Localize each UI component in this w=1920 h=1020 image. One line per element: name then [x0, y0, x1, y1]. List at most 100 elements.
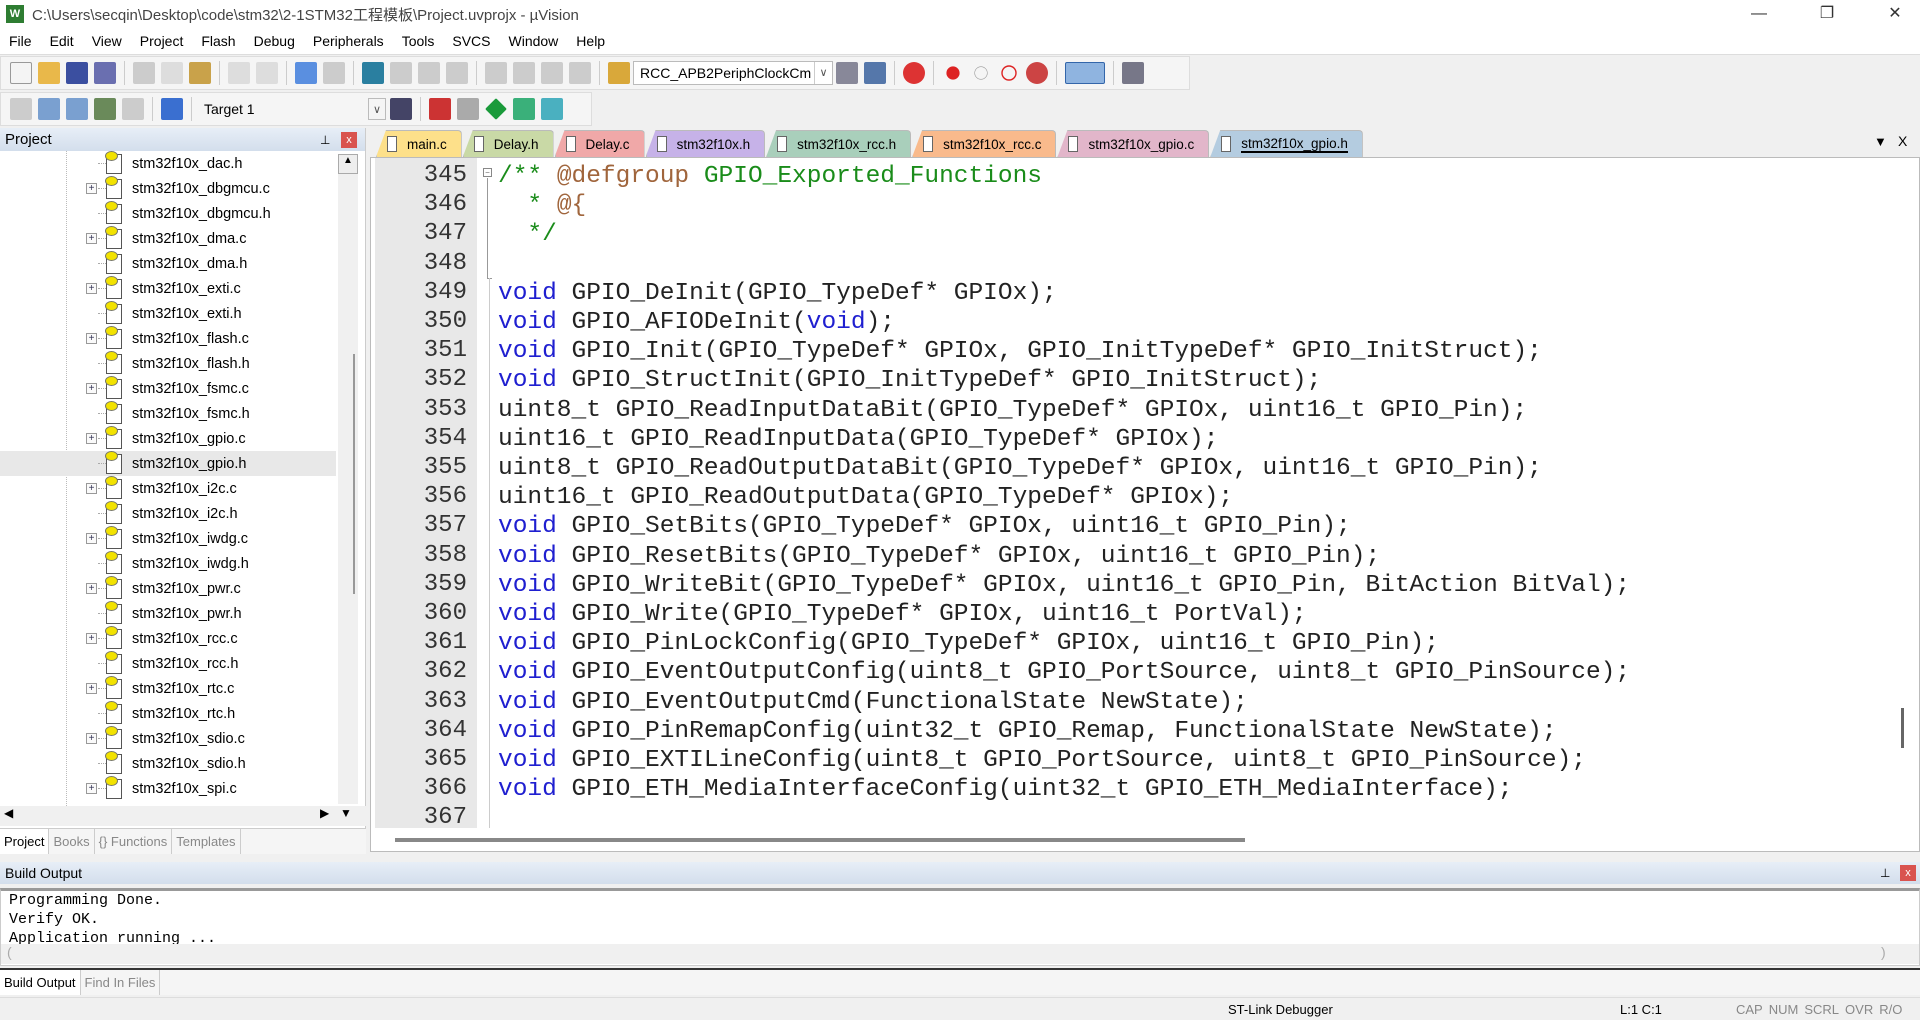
- scroll-left-icon[interactable]: ◀: [4, 806, 13, 820]
- expand-plus-icon[interactable]: +: [86, 183, 97, 194]
- scroll-right-icon[interactable]: ): [1881, 944, 1886, 960]
- navigate-forward-icon[interactable]: [323, 62, 345, 84]
- paste-icon[interactable]: [189, 62, 211, 84]
- menu-debug[interactable]: Debug: [245, 33, 304, 49]
- tree-item[interactable]: + stm32f10x_dbgmcu.c: [0, 176, 336, 201]
- find-icon[interactable]: [836, 62, 858, 84]
- editor-tab[interactable]: stm32f10x_gpio.c: [1057, 130, 1210, 157]
- prev-bookmark-icon[interactable]: [390, 62, 412, 84]
- editor-tab[interactable]: stm32f10x_gpio.h: [1210, 130, 1363, 157]
- project-horizontal-scrollbar[interactable]: ◀ ▶ ▼: [0, 806, 366, 826]
- expand-plus-icon[interactable]: +: [86, 783, 97, 794]
- menu-file[interactable]: File: [0, 33, 41, 49]
- tree-item[interactable]: stm32f10x_dbgmcu.h: [0, 201, 336, 226]
- tree-item[interactable]: + stm32f10x_rtc.c: [0, 676, 336, 701]
- output-horizontal-scrollbar[interactable]: ( ): [1, 944, 1919, 964]
- tree-item[interactable]: stm32f10x_rtc.h: [0, 701, 336, 726]
- editor-tab[interactable]: stm32f10x_rcc.c: [912, 130, 1057, 157]
- scroll-down-icon[interactable]: ▼: [340, 806, 352, 820]
- redo-icon[interactable]: [256, 62, 278, 84]
- comment-icon[interactable]: [541, 62, 563, 84]
- incremental-find-icon[interactable]: [864, 62, 886, 84]
- editor-horizontal-scrollbar[interactable]: [395, 838, 1245, 842]
- next-bookmark-icon[interactable]: [418, 62, 440, 84]
- build-icon[interactable]: [38, 98, 60, 120]
- copy-icon[interactable]: [161, 62, 183, 84]
- tree-item[interactable]: + stm32f10x_flash.c: [0, 326, 336, 351]
- tree-item[interactable]: stm32f10x_iwdg.h: [0, 551, 336, 576]
- chevron-down-icon[interactable]: ∨: [368, 98, 386, 120]
- software-components-icon[interactable]: [541, 98, 563, 120]
- tree-item[interactable]: + stm32f10x_dma.c: [0, 226, 336, 251]
- tree-item[interactable]: + stm32f10x_i2c.c: [0, 476, 336, 501]
- expand-plus-icon[interactable]: +: [86, 483, 97, 494]
- menu-svcs[interactable]: SVCS: [443, 33, 499, 49]
- manage-project-items-icon[interactable]: [429, 98, 451, 120]
- close-tab-icon[interactable]: X: [1898, 133, 1907, 149]
- tree-item[interactable]: + stm32f10x_exti.c: [0, 276, 336, 301]
- bookmark-icon[interactable]: [362, 62, 384, 84]
- pin-icon[interactable]: ⊥: [1880, 866, 1890, 880]
- tree-item[interactable]: stm32f10x_sdio.h: [0, 751, 336, 776]
- select-packs-icon[interactable]: [457, 98, 479, 120]
- close-button[interactable]: ✕: [1872, 0, 1918, 28]
- editor-tab[interactable]: stm32f10x.h: [645, 130, 766, 157]
- new-file-icon[interactable]: [10, 62, 32, 84]
- uncomment-icon[interactable]: [569, 62, 591, 84]
- find-in-files-icon[interactable]: [608, 62, 630, 84]
- breakpoint-icon[interactable]: [946, 66, 960, 80]
- disable-breakpoint-icon[interactable]: [974, 66, 988, 80]
- save-all-icon[interactable]: [94, 62, 116, 84]
- find-combo[interactable]: RCC_APB2PeriphClockCm ∨: [633, 61, 833, 85]
- tree-item[interactable]: stm32f10x_flash.h: [0, 351, 336, 376]
- download-load-icon[interactable]: [161, 98, 183, 120]
- cut-icon[interactable]: [133, 62, 155, 84]
- fold-collapse-icon[interactable]: −: [483, 168, 492, 177]
- expand-plus-icon[interactable]: +: [86, 233, 97, 244]
- menu-flash[interactable]: Flash: [192, 33, 244, 49]
- close-panel-icon[interactable]: x: [1900, 865, 1916, 881]
- navigate-back-icon[interactable]: [295, 62, 317, 84]
- target-select[interactable]: Target 1 ∨: [197, 97, 387, 121]
- expand-plus-icon[interactable]: +: [86, 383, 97, 394]
- menu-edit[interactable]: Edit: [41, 33, 83, 49]
- scroll-thumb[interactable]: [341, 354, 355, 594]
- chevron-down-icon[interactable]: ∨: [814, 62, 832, 84]
- scroll-up-icon[interactable]: ▲: [338, 154, 358, 174]
- menu-project[interactable]: Project: [131, 33, 193, 49]
- expand-plus-icon[interactable]: +: [86, 583, 97, 594]
- tree-item[interactable]: stm32f10x_rcc.h: [0, 651, 336, 676]
- manage-run-time-icon[interactable]: [485, 98, 507, 120]
- open-file-icon[interactable]: [38, 62, 60, 84]
- indent-icon[interactable]: [485, 62, 507, 84]
- tree-item[interactable]: stm32f10x_exti.h: [0, 301, 336, 326]
- editor-tab[interactable]: Delay.c: [554, 130, 645, 157]
- tree-item[interactable]: + stm32f10x_fsmc.c: [0, 376, 336, 401]
- menu-help[interactable]: Help: [567, 33, 614, 49]
- tree-item[interactable]: stm32f10x_fsmc.h: [0, 401, 336, 426]
- batch-build-icon[interactable]: [94, 98, 116, 120]
- kill-breakpoints-icon[interactable]: [1026, 62, 1048, 84]
- pack-installer-icon[interactable]: [513, 98, 535, 120]
- expand-plus-icon[interactable]: +: [86, 283, 97, 294]
- tree-item[interactable]: + stm32f10x_pwr.c: [0, 576, 336, 601]
- tree-item[interactable]: stm32f10x_dac.h: [0, 151, 336, 176]
- panel-tab-2[interactable]: {} Functions: [95, 829, 173, 854]
- save-icon[interactable]: [66, 62, 88, 84]
- undo-icon[interactable]: [228, 62, 250, 84]
- tree-item[interactable]: stm32f10x_pwr.h: [0, 601, 336, 626]
- configure-icon[interactable]: [1122, 62, 1144, 84]
- tree-item[interactable]: + stm32f10x_spi.c: [0, 776, 336, 801]
- expand-plus-icon[interactable]: +: [86, 683, 97, 694]
- editor-tab[interactable]: Delay.h: [462, 130, 554, 157]
- disable-all-breakpoints-icon[interactable]: [1001, 65, 1017, 81]
- tab-list-icon[interactable]: ▼: [1874, 134, 1887, 149]
- tree-item[interactable]: + stm32f10x_iwdg.c: [0, 526, 336, 551]
- unindent-icon[interactable]: [513, 62, 535, 84]
- panel-tab-3[interactable]: Templates: [172, 829, 241, 854]
- options-for-target-icon[interactable]: [390, 98, 412, 120]
- code-editor[interactable]: 345 346 347 348 349 350 351 352 353 354 355 356 357 3…: [370, 157, 1920, 852]
- translate-icon[interactable]: [10, 98, 32, 120]
- editor-vertical-scrollbar[interactable]: [1901, 708, 1904, 748]
- minimize-button[interactable]: —: [1736, 0, 1782, 28]
